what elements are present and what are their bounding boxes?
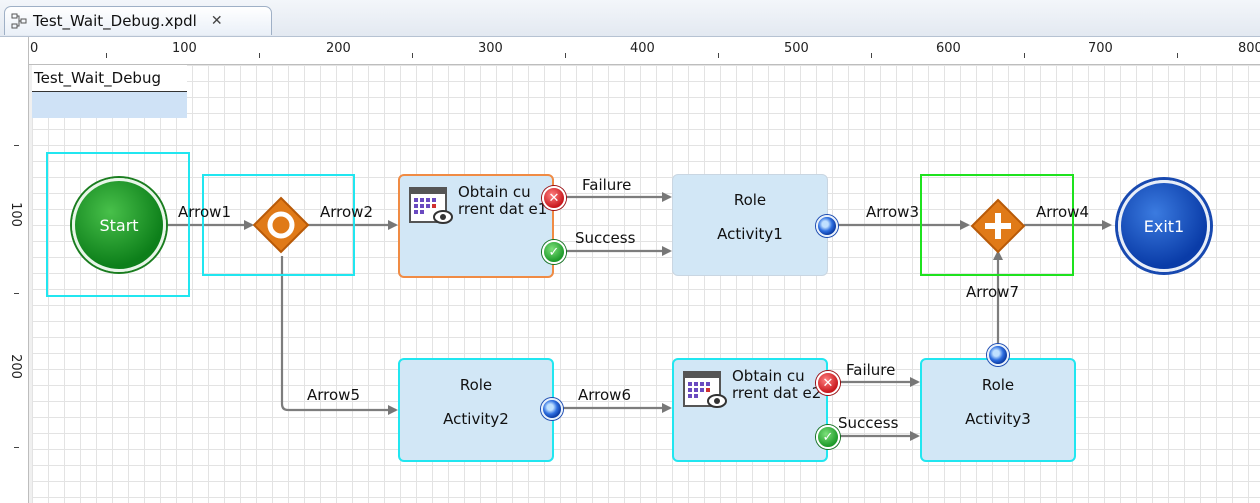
activity-line2: Activity1 [717,225,783,243]
edge-label-success2[interactable]: Success [838,414,898,432]
task-obtain-current-date2[interactable]: Obtain cu rrent dat e2 [672,358,828,462]
calendar-timer-icon [683,371,727,408]
edge-label-arrow4[interactable]: Arrow4 [1036,203,1089,221]
activity-line2: Activity2 [443,410,509,428]
task-title: Obtain cu rrent dat e1 [458,183,548,218]
activity-line2: Activity3 [965,410,1031,428]
start-event[interactable]: Start [72,178,166,272]
edge-label-success1[interactable]: Success [575,229,635,247]
activity-line1: Role [459,376,493,394]
activity-line1: Role [733,191,767,209]
edge-label-failure1[interactable]: Failure [582,176,631,194]
failure-boundary-icon[interactable]: ✕ [542,186,566,210]
port-icon[interactable] [816,215,838,237]
end-event[interactable]: Exit1 [1118,180,1210,272]
task-obtain-current-date1[interactable]: Obtain cu rrent dat e1 [398,174,554,278]
task-title: Obtain cu rrent dat e2 [732,367,822,402]
calendar-timer-icon [409,187,453,224]
start-label: Start [99,215,139,235]
failure-boundary-icon[interactable]: ✕ [816,371,840,395]
role-activity2[interactable]: Role Activity2 [398,358,554,462]
edge-label-arrow1[interactable]: Arrow1 [178,203,231,221]
edge-label-arrow6[interactable]: Arrow6 [578,386,631,404]
role-activity1[interactable]: Role Activity1 [672,174,828,276]
edge-label-arrow5[interactable]: Arrow5 [307,386,360,404]
parallel-gateway-icon[interactable] [970,198,1026,254]
edge-label-arrow3[interactable]: Arrow3 [866,203,919,221]
exclusive-gateway-icon[interactable] [252,196,310,254]
edge-label-arrow7[interactable]: Arrow7 [966,283,1019,301]
port-icon[interactable] [541,398,563,420]
success-boundary-icon[interactable]: ✓ [542,240,566,264]
exit-label: Exit1 [1143,216,1185,236]
port-icon[interactable] [987,344,1009,366]
success-boundary-icon[interactable]: ✓ [816,425,840,449]
edge-label-failure2[interactable]: Failure [846,361,895,379]
activity-line1: Role [981,376,1015,394]
role-activity3[interactable]: Role Activity3 [920,358,1076,462]
edge-label-arrow2[interactable]: Arrow2 [320,203,373,221]
